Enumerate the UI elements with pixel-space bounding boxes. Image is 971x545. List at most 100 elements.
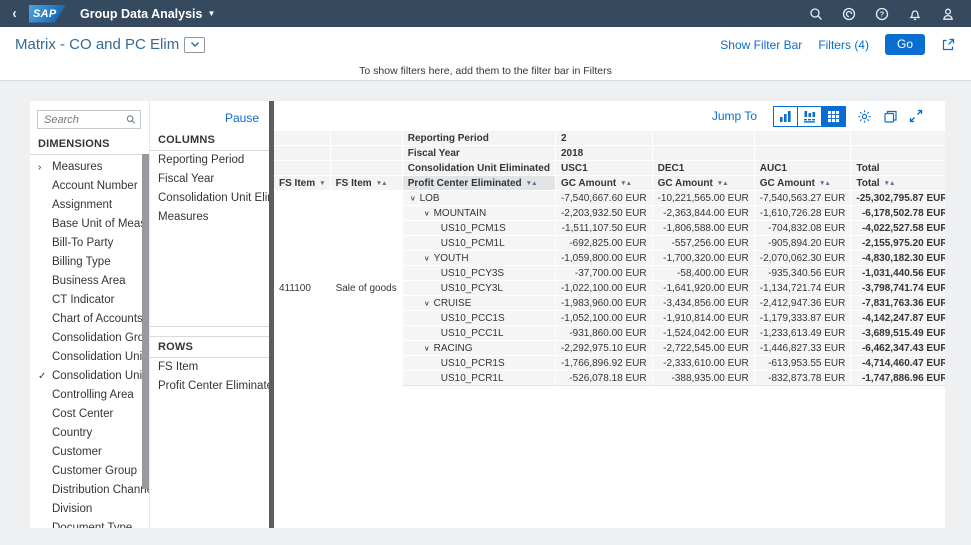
dimension-label: Consolidation Group: [52, 332, 149, 344]
column-header-profit-center[interactable]: Profit Center Eliminated▼▲: [403, 176, 556, 191]
dimension-item-customer[interactable]: Customer: [30, 443, 149, 462]
copy-icon[interactable]: [883, 109, 898, 124]
dimension-item-bill-to-party[interactable]: Bill-To Party: [30, 234, 149, 253]
pause-link[interactable]: Pause: [225, 111, 259, 125]
fullscreen-icon[interactable]: [909, 109, 923, 123]
column-header-gc-amount-dec1[interactable]: GC Amount▼▲: [653, 176, 755, 191]
column-header-gc-amount-usc1[interactable]: GC Amount▼▲: [556, 176, 653, 191]
columns-item-consolidation-unit-elim[interactable]: Consolidation Unit Elim...: [150, 189, 269, 208]
columns-item-measures[interactable]: Measures: [150, 208, 269, 227]
amount-value: -935,340.56 EUR: [755, 266, 852, 281]
dimension-item-document-type[interactable]: Document Type: [30, 519, 149, 528]
amount-value: -2,292,975.10 EUR: [556, 341, 653, 356]
filter-sort-icon: ▼: [319, 180, 324, 187]
amount-value: -905,894.20 EUR: [755, 236, 852, 251]
sap-logo[interactable]: SAP: [29, 5, 66, 23]
dimension-item-consolidation-unit[interactable]: Consolidation Unit: [30, 348, 149, 367]
back-icon[interactable]: ‹: [13, 0, 17, 27]
column-header-gc-amount-auc1[interactable]: GC Amount▼▲: [755, 176, 852, 191]
dimension-item-account-number[interactable]: Account Number: [30, 177, 149, 196]
dimension-item-business-area[interactable]: Business Area: [30, 272, 149, 291]
row-header-us10-pcc1l[interactable]: US10_PCC1L: [403, 326, 556, 341]
dimension-label: Assignment: [52, 199, 112, 211]
header-value: 2: [556, 131, 653, 146]
row-header-mountain[interactable]: ∨MOUNTAIN: [403, 206, 556, 221]
copilot-icon[interactable]: [842, 7, 856, 21]
row-header-youth[interactable]: ∨YOUTH: [403, 251, 556, 266]
header-value: Total: [851, 161, 945, 176]
chart-table-view-button[interactable]: [797, 106, 822, 127]
dimension-item-ct-indicator[interactable]: CT Indicator: [30, 291, 149, 310]
variant-title[interactable]: Matrix - CO and PC Elim: [15, 36, 179, 53]
column-header-fs-item-key[interactable]: FS Item▼: [274, 176, 331, 191]
share-export-icon[interactable]: [941, 37, 956, 52]
row-header-us10-pcr1s[interactable]: US10_PCR1S: [403, 356, 556, 371]
svg-text:?: ?: [880, 9, 885, 18]
dimension-item-chart-of-accounts[interactable]: Chart of Accounts: [30, 310, 149, 329]
amount-value: -1,610,726.28 EUR: [755, 206, 852, 221]
amount-value: -526,078.18 EUR: [556, 371, 653, 386]
app-title-caret-icon[interactable]: ▼: [208, 9, 216, 18]
dimension-item-consolidation-unit[interactable]: ✓Consolidation Unit...: [30, 367, 149, 386]
collapse-icon[interactable]: ∨: [424, 254, 430, 262]
go-button[interactable]: Go: [885, 34, 925, 55]
row-header-us10-pcy3s[interactable]: US10_PCY3S: [403, 266, 556, 281]
dimension-item-distribution-channel[interactable]: Distribution Channel: [30, 481, 149, 500]
axes-panel: Pause COLUMNS Reporting PeriodFiscal Yea…: [149, 101, 269, 528]
search-icon[interactable]: [809, 7, 823, 21]
row-header-cruise[interactable]: ∨CRUISE: [403, 296, 556, 311]
dimension-item-consolidation-group[interactable]: Consolidation Group: [30, 329, 149, 348]
dimension-item-customer-group[interactable]: Customer Group: [30, 462, 149, 481]
row-header-racing[interactable]: ∨RACING: [403, 341, 556, 356]
dimension-item-assignment[interactable]: Assignment: [30, 196, 149, 215]
row-label: US10_PCY3L: [441, 283, 503, 294]
dimension-item-division[interactable]: Division: [30, 500, 149, 519]
table-view-button[interactable]: [821, 106, 846, 127]
collapse-icon[interactable]: ∨: [410, 194, 416, 202]
jump-to-link[interactable]: Jump To: [712, 109, 757, 123]
row-header-us10-pcc1s[interactable]: US10_PCC1S: [403, 311, 556, 326]
row-header-us10-pcy3l[interactable]: US10_PCY3L: [403, 281, 556, 296]
amount-value: -1,134,721.74 EUR: [755, 281, 852, 296]
row-header-lob[interactable]: ∨LOB: [403, 191, 556, 206]
search-input[interactable]: [44, 114, 126, 126]
show-filter-bar-link[interactable]: Show Filter Bar: [720, 38, 802, 52]
search-field[interactable]: [37, 110, 141, 129]
row-header-us10-pcm1l[interactable]: US10_PCM1L: [403, 236, 556, 251]
column-header-fs-item-text[interactable]: FS Item▼▲: [331, 176, 403, 191]
settings-gear-icon[interactable]: [857, 109, 872, 124]
total-value: -6,178,502.78 EUR: [851, 206, 945, 221]
collapse-icon[interactable]: ∨: [424, 344, 430, 352]
row-label: US10_PCR1L: [441, 373, 504, 384]
matrix-body: 411100Sale of goods∨LOB-7,540,667.60 EUR…: [274, 191, 945, 386]
help-icon[interactable]: ?: [875, 7, 889, 21]
amount-value: -58,400.00 EUR: [653, 266, 755, 281]
dimension-item-cost-center[interactable]: Cost Center: [30, 405, 149, 424]
total-value: -4,142,247.87 EUR: [851, 311, 945, 326]
dimensions-scrollbar[interactable]: [142, 154, 149, 489]
row-header-us10-pcm1s[interactable]: US10_PCM1S: [403, 221, 556, 236]
search-magnifier-icon: [126, 114, 136, 125]
columns-item-reporting-period[interactable]: Reporting Period: [150, 151, 269, 170]
dimension-item-billing-type[interactable]: Billing Type: [30, 253, 149, 272]
column-header-total[interactable]: Total▼▲: [851, 176, 945, 191]
user-avatar-icon[interactable]: [941, 7, 955, 21]
row-header-us10-pcr1l[interactable]: US10_PCR1L: [403, 371, 556, 386]
expand-chevron-icon[interactable]: ›: [38, 158, 49, 177]
dimension-item-country[interactable]: Country: [30, 424, 149, 443]
variant-dropdown-chevron-icon[interactable]: [184, 37, 205, 53]
rows-item-fs-item[interactable]: FS Item: [150, 358, 269, 377]
filters-link[interactable]: Filters (4): [818, 38, 869, 52]
dimension-item-controlling-area[interactable]: Controlling Area: [30, 386, 149, 405]
rows-item-profit-center-eliminated[interactable]: Profit Center Eliminated: [150, 377, 269, 396]
chart-view-button[interactable]: [773, 106, 798, 127]
amount-value: -10,221,565.00 EUR: [653, 191, 755, 206]
dimension-item-base-unit-of-meas[interactable]: Base Unit of Meas...: [30, 215, 149, 234]
app-title[interactable]: Group Data Analysis: [80, 7, 203, 21]
columns-item-fiscal-year[interactable]: Fiscal Year: [150, 170, 269, 189]
notifications-bell-icon[interactable]: [908, 7, 922, 21]
shell-bar: ‹ SAP Group Data Analysis ▼ ?: [0, 0, 971, 27]
dimension-item-measures[interactable]: ›Measures: [30, 158, 149, 177]
collapse-icon[interactable]: ∨: [424, 299, 430, 307]
collapse-icon[interactable]: ∨: [424, 209, 430, 217]
